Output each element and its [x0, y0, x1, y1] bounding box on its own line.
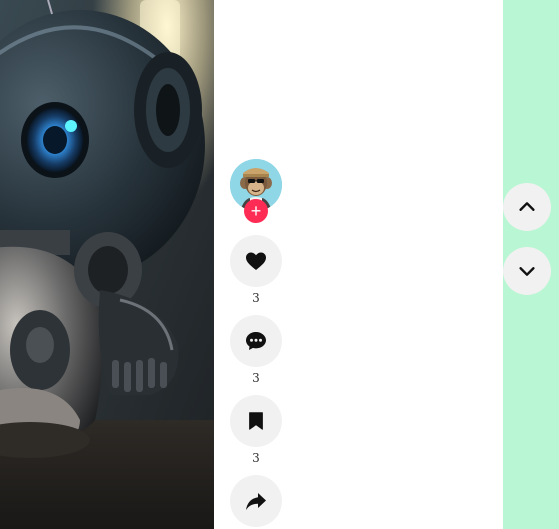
comment-icon: [246, 332, 266, 350]
share-action: [230, 475, 282, 527]
video-player[interactable]: [0, 0, 214, 529]
video-frame-image: [0, 0, 214, 529]
save-count: 3: [252, 451, 260, 465]
save-button[interactable]: [230, 395, 282, 447]
like-action: 3: [230, 235, 282, 307]
chevron-down-icon: [519, 267, 535, 276]
follow-button[interactable]: +: [244, 199, 268, 223]
comment-button[interactable]: [230, 315, 282, 367]
bookmark-icon: [249, 412, 263, 430]
comment-count: 3: [252, 371, 260, 385]
share-icon: [246, 493, 266, 510]
next-video-button[interactable]: [503, 247, 551, 295]
like-button[interactable]: [230, 235, 282, 287]
share-button[interactable]: [230, 475, 282, 527]
save-action: 3: [230, 395, 282, 467]
like-count: 3: [252, 291, 260, 305]
comment-action: 3: [230, 315, 282, 387]
plus-icon: +: [250, 201, 262, 221]
action-bar: + 3 3 3: [230, 159, 282, 527]
previous-video-button[interactable]: [503, 183, 551, 231]
video-feed: + 3 3 3: [0, 0, 559, 529]
heart-icon: [246, 252, 266, 270]
author-avatar-group: +: [230, 159, 282, 223]
chevron-up-icon: [519, 202, 535, 211]
